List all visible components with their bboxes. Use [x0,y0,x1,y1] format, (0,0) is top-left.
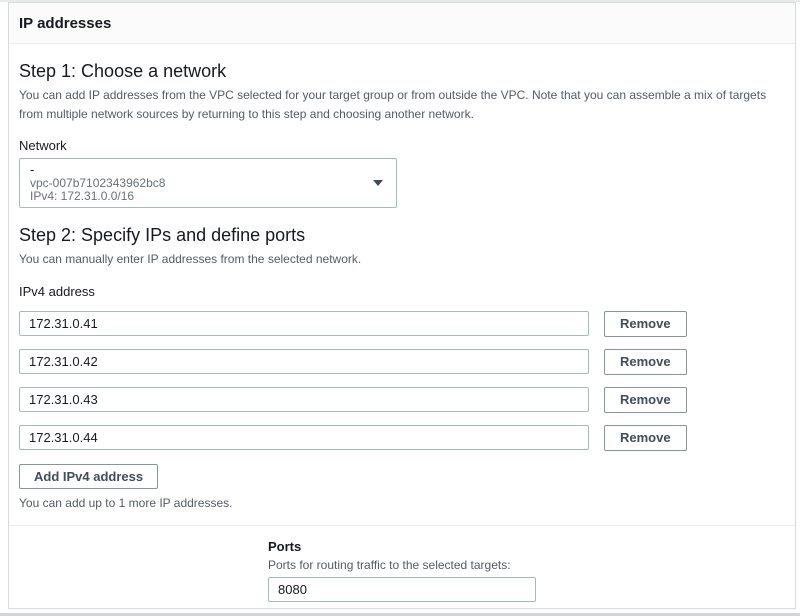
ports-description: Ports for routing traffic to the selecte… [268,558,536,572]
step2-description: You can manually enter IP addresses from… [19,250,777,269]
panel-title: IP addresses [19,15,785,32]
remove-ip-button-4[interactable]: Remove [604,425,687,451]
ipv4-address-input-2[interactable] [19,349,589,374]
ports-help-text: Ports can range from 1 to 65535. Multipl… [268,608,536,609]
step1-description: You can add IP addresses from the VPC se… [19,86,777,123]
ip-limit-note: You can add up to 1 more IP addresses. [19,496,785,510]
network-label: Network [19,138,785,153]
ip-address-row: Remove [19,387,785,413]
step1-heading: Step 1: Choose a network [19,61,785,82]
panel-header: IP addresses [9,3,795,44]
network-select-cidr: IPv4: 172.31.0.0/16 [30,190,366,203]
ports-section: Ports Ports for routing traffic to the s… [268,539,536,609]
remove-ip-button-3[interactable]: Remove [604,387,687,413]
remove-ip-button-2[interactable]: Remove [604,349,687,375]
chevron-down-icon [373,180,383,186]
network-select-name: - [30,163,366,177]
ports-label: Ports [268,539,536,554]
ipv4-address-input-1[interactable] [19,311,589,336]
ip-address-row: Remove [19,425,785,451]
ipv4-address-label: IPv4 address [19,284,785,299]
ipv4-address-input-3[interactable] [19,387,589,412]
network-select[interactable]: - vpc-007b7102343962bc8 IPv4: 172.31.0.0… [19,158,397,208]
remove-ip-button-1[interactable]: Remove [604,311,687,337]
ip-address-row: Remove [19,349,785,375]
section-divider [9,525,795,526]
panel-body: Step 1: Choose a network You can add IP … [9,61,795,609]
ip-address-row: Remove [19,311,785,337]
add-ipv4-address-button[interactable]: Add IPv4 address [19,464,158,489]
ip-addresses-panel: IP addresses Step 1: Choose a network Yo… [8,2,796,609]
ipv4-address-input-4[interactable] [19,425,589,450]
ports-input[interactable] [268,577,536,602]
step2-heading: Step 2: Specify IPs and define ports [19,225,785,246]
